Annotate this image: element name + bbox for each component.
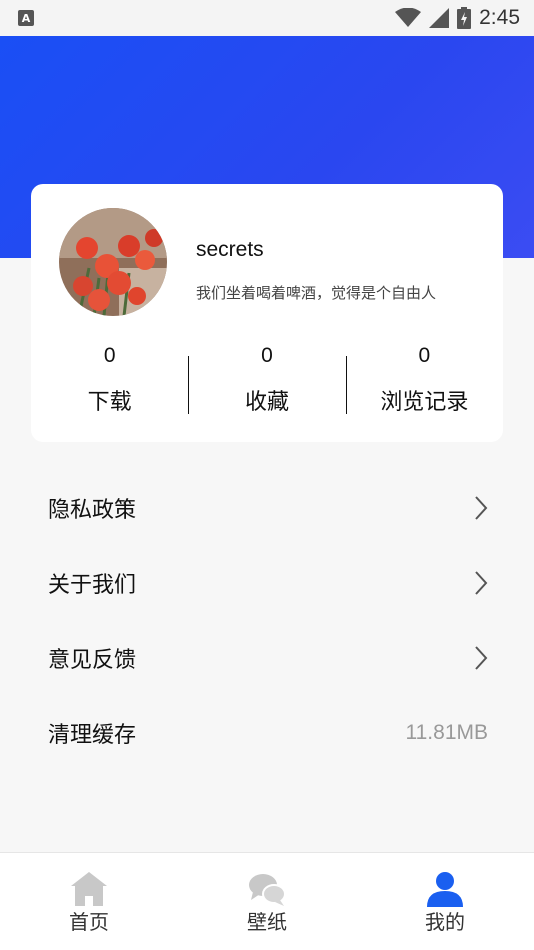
profile-card: secrets 我们坐着喝着啤酒，觉得是个自由人 0 下载 0 收藏 0 浏览记… xyxy=(31,184,503,442)
tab-mine[interactable]: 我的 xyxy=(356,853,534,950)
menu-item-privacy-policy[interactable]: 隐私政策 xyxy=(0,470,534,545)
status-time: 2:45 xyxy=(479,6,520,29)
settings-menu: 隐私政策 关于我们 意见反馈 清理缓存 11.81MB xyxy=(0,470,534,770)
roses-avatar-image xyxy=(59,208,167,316)
stat-history[interactable]: 0 浏览记录 xyxy=(345,344,503,416)
signal-icon xyxy=(429,8,450,28)
notification-a-icon: A xyxy=(18,10,34,26)
user-icon xyxy=(427,872,463,907)
menu-item-label: 隐私政策 xyxy=(48,497,137,523)
menu-item-feedback[interactable]: 意见反馈 xyxy=(0,620,534,695)
tab-label: 首页 xyxy=(69,910,109,934)
menu-item-label: 意见反馈 xyxy=(48,647,137,673)
bottom-tab-bar: 首页 壁纸 我的 xyxy=(0,852,534,950)
stat-value: 0 xyxy=(261,344,273,367)
tab-home[interactable]: 首页 xyxy=(0,853,178,950)
tab-label: 我的 xyxy=(425,910,465,934)
wifi-icon xyxy=(395,8,422,27)
stat-label: 浏览记录 xyxy=(380,390,469,415)
tab-label: 壁纸 xyxy=(247,910,287,934)
status-bar: A 2:45 xyxy=(0,0,534,36)
stat-favorites[interactable]: 0 收藏 xyxy=(188,344,345,416)
chevron-right-icon xyxy=(475,495,488,520)
menu-item-label: 清理缓存 xyxy=(48,722,137,748)
stat-label: 下载 xyxy=(87,390,132,415)
menu-item-label: 关于我们 xyxy=(48,572,137,598)
stat-downloads[interactable]: 0 下载 xyxy=(31,344,188,416)
chat-bubbles-icon xyxy=(249,874,286,906)
tab-wallpaper[interactable]: 壁纸 xyxy=(178,853,356,950)
cache-size-value: 11.81MB xyxy=(405,720,489,744)
username: secrets xyxy=(196,238,264,261)
battery-charging-icon xyxy=(457,7,472,29)
home-icon xyxy=(71,872,107,906)
chevron-right-icon xyxy=(475,570,488,595)
stat-label: 收藏 xyxy=(244,390,289,415)
stats-row: 0 下载 0 收藏 0 浏览记录 xyxy=(31,344,503,416)
avatar[interactable] xyxy=(59,208,167,316)
menu-item-about-us[interactable]: 关于我们 xyxy=(0,545,534,620)
user-bio: 我们坐着喝着啤酒，觉得是个自由人 xyxy=(196,284,437,302)
stat-value: 0 xyxy=(418,344,431,367)
menu-item-clear-cache[interactable]: 清理缓存 11.81MB xyxy=(0,695,534,770)
chevron-right-icon xyxy=(475,645,488,670)
stat-value: 0 xyxy=(103,344,116,367)
